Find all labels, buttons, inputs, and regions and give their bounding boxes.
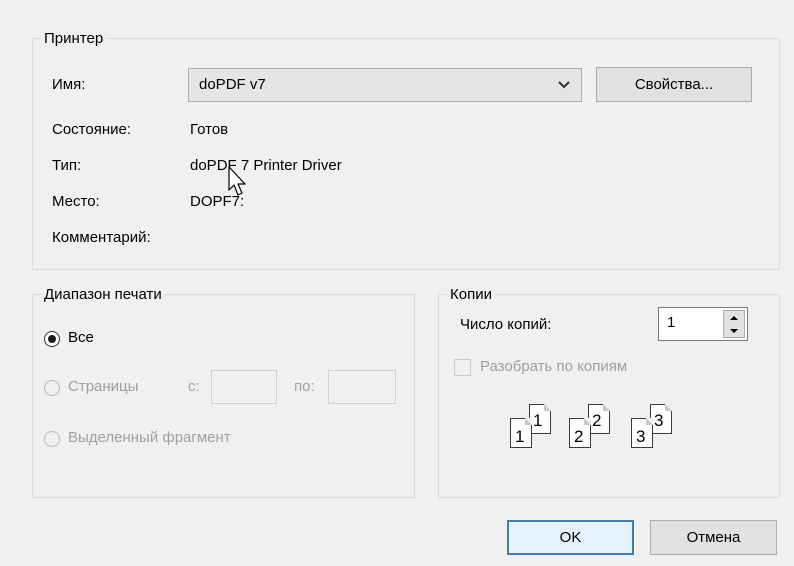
to-page-input[interactable] bbox=[328, 370, 396, 404]
type-value: doPDF 7 Printer Driver bbox=[190, 157, 342, 174]
printer-name-label: Имя: bbox=[52, 76, 86, 93]
printer-group-label: Принтер bbox=[44, 30, 104, 47]
copies-count-stepper[interactable]: 1 bbox=[658, 307, 748, 341]
collate-page: 3 bbox=[631, 418, 653, 448]
stepper-arrows bbox=[723, 310, 745, 338]
collate-page: 1 bbox=[510, 418, 532, 448]
radio-pages[interactable] bbox=[44, 380, 60, 396]
cancel-button[interactable]: Отмена bbox=[650, 520, 777, 555]
radio-all[interactable] bbox=[44, 331, 60, 347]
collate-checkbox[interactable] bbox=[454, 359, 471, 376]
properties-button[interactable]: Свойства... bbox=[596, 67, 752, 102]
chevron-down-icon bbox=[557, 78, 571, 96]
location-label: Место: bbox=[52, 193, 100, 210]
collate-page: 2 bbox=[588, 404, 610, 434]
mouse-cursor-icon bbox=[228, 166, 250, 202]
to-label: по: bbox=[294, 378, 315, 395]
collate-page: 2 bbox=[569, 418, 591, 448]
collate-pages-icon: 1 1 2 2 3 3 bbox=[508, 404, 688, 460]
radio-selection-label[interactable]: Выделенный фрагмент bbox=[68, 429, 231, 446]
comment-label: Комментарий: bbox=[52, 229, 151, 246]
status-value: Готов bbox=[190, 121, 229, 138]
spin-up-icon[interactable] bbox=[724, 311, 744, 324]
ok-button[interactable]: OK bbox=[507, 520, 634, 555]
type-label: Тип: bbox=[52, 157, 82, 174]
spin-down-icon[interactable] bbox=[724, 324, 744, 337]
collate-label[interactable]: Разобрать по копиям bbox=[480, 358, 627, 375]
copies-group-label: Копии bbox=[450, 286, 492, 303]
collate-page: 3 bbox=[650, 404, 672, 434]
copies-count-value: 1 bbox=[667, 314, 676, 331]
collate-page: 1 bbox=[529, 404, 551, 434]
print-range-group-label: Диапазон печати bbox=[44, 286, 162, 303]
status-label: Состояние: bbox=[52, 121, 132, 138]
printer-name-select[interactable]: doPDF v7 bbox=[188, 68, 582, 102]
from-label: с: bbox=[188, 378, 200, 395]
radio-pages-label[interactable]: Страницы bbox=[68, 378, 138, 395]
radio-all-label[interactable]: Все bbox=[68, 329, 94, 346]
copies-count-label: Число копий: bbox=[460, 316, 552, 333]
from-page-input[interactable] bbox=[211, 370, 277, 404]
radio-selection[interactable] bbox=[44, 431, 60, 447]
printer-name-value: doPDF v7 bbox=[199, 76, 266, 93]
